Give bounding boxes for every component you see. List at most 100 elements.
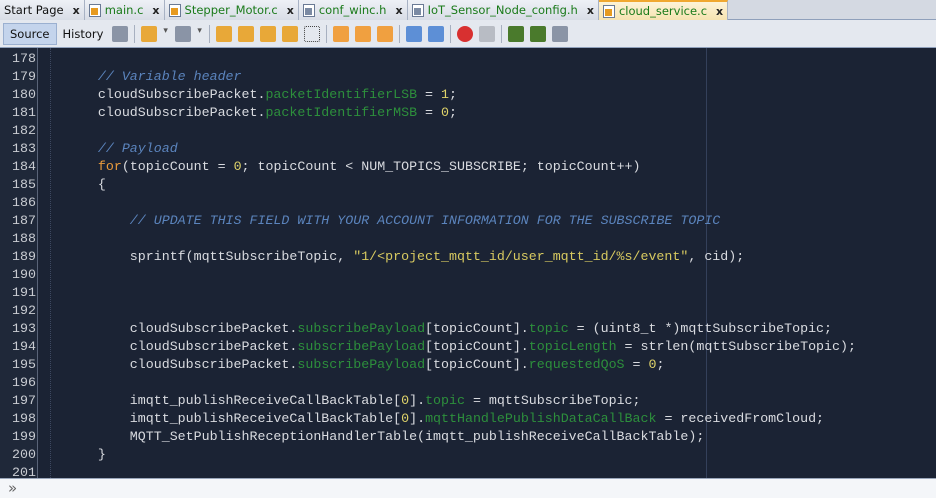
line-number: 197 bbox=[12, 393, 36, 408]
num-token: 0 bbox=[233, 159, 242, 174]
close-tab-icon[interactable]: x bbox=[152, 4, 159, 17]
line-number: 198 bbox=[12, 411, 36, 426]
code-line: 197 imqtt_publishReceiveCallBackTable[0]… bbox=[0, 392, 936, 410]
shift-right-icon[interactable] bbox=[428, 25, 445, 42]
plain-token: MQTT_SetPublishReceptionHandlerTable(imq… bbox=[50, 429, 705, 444]
code-text: imqtt_publishReceiveCallBackTable[0].top… bbox=[50, 392, 641, 410]
last-edit-icon[interactable] bbox=[112, 25, 129, 42]
plain-token: cloudSubscribePacket. bbox=[50, 321, 298, 336]
close-tab-icon[interactable]: x bbox=[587, 4, 594, 17]
toolbar-separator bbox=[399, 24, 401, 43]
tab-iot-sensor-node-config-h[interactable]: IoT_Sensor_Node_config.h x bbox=[407, 0, 599, 20]
kw-token: for bbox=[97, 159, 122, 174]
comment-token: // Variable header bbox=[97, 69, 242, 84]
editor-toolbar: Source History ▾ ▾ bbox=[0, 20, 936, 48]
code-text: cloudSubscribePacket.subscribePayload[to… bbox=[50, 338, 856, 356]
header-file-icon bbox=[302, 3, 315, 17]
toolbar-separator bbox=[450, 24, 452, 43]
expand-chevron-icon[interactable]: » bbox=[8, 479, 17, 498]
toggle-highlight-icon[interactable] bbox=[282, 25, 299, 42]
back-icon[interactable] bbox=[141, 25, 158, 42]
start-macro-icon[interactable] bbox=[457, 25, 474, 42]
toolbar-separator bbox=[209, 24, 211, 43]
tab-label: cloud_service.c bbox=[618, 4, 708, 18]
code-line: 188 bbox=[0, 230, 936, 248]
plain-token: = bbox=[624, 357, 649, 372]
next-bookmark-icon[interactable] bbox=[355, 25, 372, 42]
plain-token: = receivedFromCloud; bbox=[656, 411, 825, 426]
field-token: topicLength bbox=[528, 339, 617, 354]
plain-token: = strlen(mqttSubscribeTopic); bbox=[616, 339, 856, 354]
comment-token: // UPDATE THIS FIELD WITH YOUR ACCOUNT I… bbox=[129, 213, 721, 228]
code-editor[interactable]: 178 179 // Variable header 180 cloudSubscr… bbox=[0, 48, 936, 478]
plain-token: sprintf(mqttSubscribeTopic, bbox=[50, 249, 354, 264]
comment-icon[interactable] bbox=[508, 25, 525, 42]
plain-token: (topicCount = bbox=[121, 159, 234, 174]
field-token: packetIdentifierLSB bbox=[265, 87, 418, 102]
code-line: 185 { bbox=[0, 176, 936, 194]
code-line: 192 bbox=[0, 302, 936, 320]
code-line: 196 bbox=[0, 374, 936, 392]
close-tab-icon[interactable]: x bbox=[395, 4, 402, 17]
find-next-icon[interactable] bbox=[260, 25, 277, 42]
code-text: MQTT_SetPublishReceptionHandlerTable(imq… bbox=[50, 428, 705, 446]
plain-token: [topicCount]. bbox=[425, 321, 529, 336]
code-text: // Payload bbox=[50, 140, 178, 158]
line-number: 181 bbox=[12, 105, 36, 120]
bottom-bar: » bbox=[0, 478, 936, 498]
shift-left-icon[interactable] bbox=[406, 25, 423, 42]
plain-token: = mqttSubscribeTopic; bbox=[464, 393, 641, 408]
forward-dropdown-icon[interactable]: ▾ bbox=[197, 26, 203, 42]
code-line: 182 bbox=[0, 122, 936, 140]
close-tab-icon[interactable]: x bbox=[73, 4, 80, 17]
line-number: 193 bbox=[12, 321, 36, 336]
tab-label: IoT_Sensor_Node_config.h bbox=[427, 3, 578, 17]
tab-conf-winc-h[interactable]: conf_winc.h x bbox=[298, 0, 408, 20]
plain-token: cloudSubscribePacket. bbox=[50, 357, 298, 372]
plain-token: cloudSubscribePacket. bbox=[50, 87, 266, 102]
code-line: 190 bbox=[0, 266, 936, 284]
code-line: 186 bbox=[0, 194, 936, 212]
c-file-icon bbox=[168, 3, 181, 17]
plain-token: { bbox=[50, 177, 106, 192]
tab-cloud-service-c[interactable]: cloud_service.c x bbox=[598, 0, 729, 20]
tab-label: Stepper_Motor.c bbox=[184, 3, 278, 17]
uncomment-icon[interactable] bbox=[530, 25, 547, 42]
find-icon[interactable] bbox=[216, 25, 233, 42]
tab-main-c[interactable]: main.c x bbox=[84, 0, 165, 20]
toggle-rect-select-icon[interactable] bbox=[304, 25, 321, 42]
code-text: imqtt_publishReceiveCallBackTable[0].mqt… bbox=[50, 410, 824, 428]
close-tab-icon[interactable]: x bbox=[287, 4, 294, 17]
line-number: 179 bbox=[12, 69, 36, 84]
find-previous-icon[interactable] bbox=[238, 25, 255, 42]
tab-start-page[interactable]: Start Page x bbox=[0, 0, 85, 20]
line-number: 183 bbox=[12, 141, 36, 156]
stop-macro-icon[interactable] bbox=[479, 25, 496, 42]
code-text: sprintf(mqttSubscribeTopic, "1/<project_… bbox=[50, 248, 744, 266]
plain-token: } bbox=[50, 447, 106, 462]
code-text: cloudSubscribePacket.subscribePayload[to… bbox=[50, 320, 832, 338]
plain-token: ; topicCount < NUM_TOPICS_SUBSCRIBE; top… bbox=[241, 159, 641, 174]
switch-header-icon[interactable] bbox=[552, 25, 569, 42]
num-token: 0 bbox=[401, 411, 410, 426]
previous-bookmark-icon[interactable] bbox=[333, 25, 350, 42]
forward-icon[interactable] bbox=[175, 25, 192, 42]
line-number: 187 bbox=[12, 213, 36, 228]
field-token: topic bbox=[425, 393, 465, 408]
plain-token: [topicCount]. bbox=[425, 357, 529, 372]
plain-token: ; bbox=[656, 357, 665, 372]
close-tab-icon[interactable]: x bbox=[716, 5, 723, 18]
line-number: 200 bbox=[12, 447, 36, 462]
line-number: 192 bbox=[12, 303, 36, 318]
history-tab[interactable]: History bbox=[57, 23, 110, 45]
tab-stepper-motor-c[interactable]: Stepper_Motor.c x bbox=[164, 0, 299, 20]
line-number: 194 bbox=[12, 339, 36, 354]
line-number: 195 bbox=[12, 357, 36, 372]
back-dropdown-icon[interactable]: ▾ bbox=[163, 26, 169, 42]
source-tab[interactable]: Source bbox=[3, 22, 57, 45]
toggle-bookmark-icon[interactable] bbox=[377, 25, 394, 42]
c-file-icon bbox=[88, 3, 101, 17]
